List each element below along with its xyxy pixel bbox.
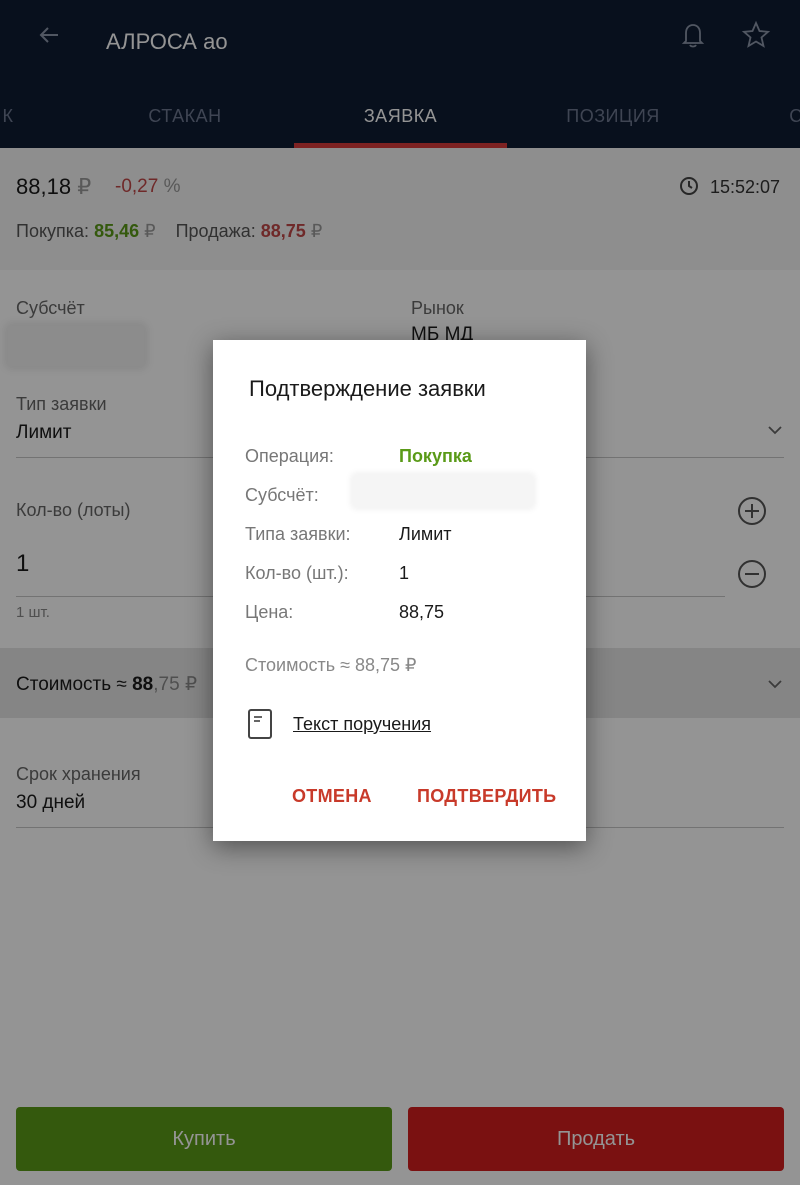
order-type-value: Лимит xyxy=(399,524,452,544)
subaccount-value-redacted xyxy=(353,475,533,507)
operation-label: Операция: xyxy=(245,446,334,466)
subaccount-label: Субсчёт: xyxy=(245,485,319,505)
order-text-link[interactable]: Текст поручения xyxy=(293,714,431,735)
operation-value: Покупка xyxy=(399,446,472,466)
cancel-button[interactable]: ОТМЕНА xyxy=(292,786,372,807)
dialog-title: Подтверждение заявки xyxy=(249,376,486,401)
dialog-cost: Стоимость ≈ 88,75 ₽ xyxy=(245,655,417,675)
document-icon[interactable] xyxy=(247,708,273,740)
order-type-label: Типа заявки: xyxy=(245,524,351,544)
quantity-value: 1 xyxy=(399,563,410,583)
confirm-order-dialog: Подтверждение заявки Операция: Покупка С… xyxy=(213,340,586,841)
quantity-label: Кол-во (шт.): xyxy=(245,563,349,583)
price-label: Цена: xyxy=(245,602,294,622)
confirm-button[interactable]: ПОДТВЕРДИТЬ xyxy=(417,786,556,807)
price-value: 88,75 xyxy=(399,602,445,622)
